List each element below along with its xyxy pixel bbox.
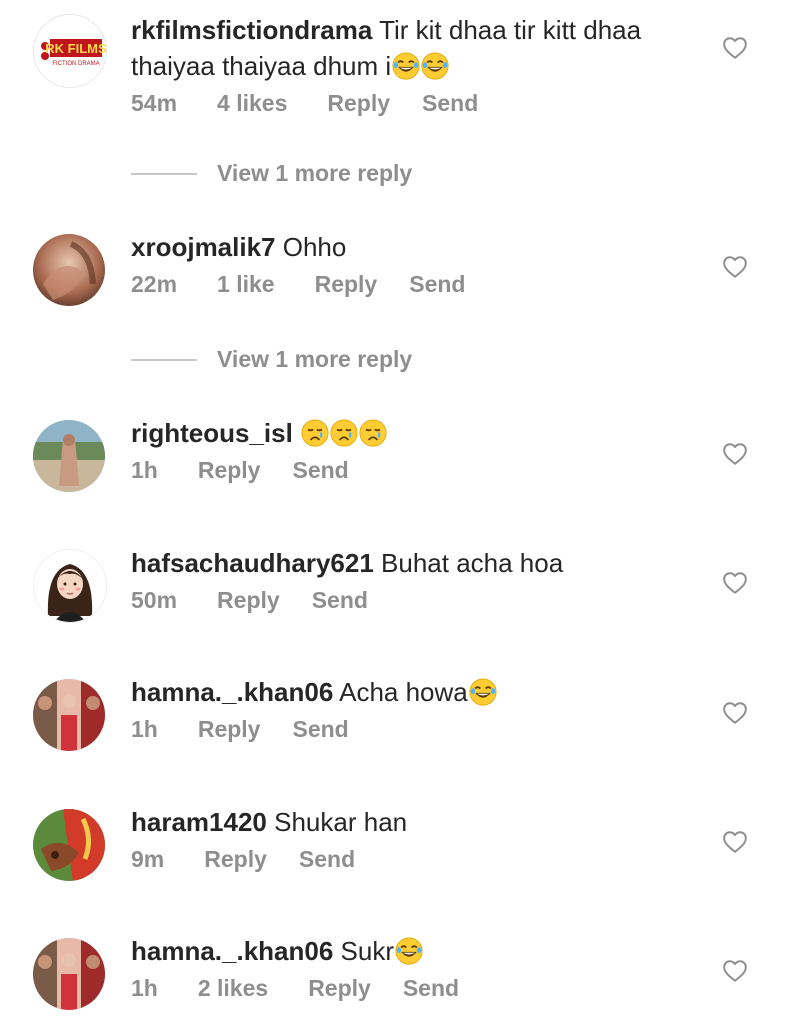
send-button[interactable]: Send: [292, 455, 348, 485]
comment-text: hamna._.khan06 Acha howa: [131, 674, 701, 710]
timestamp: 9m: [131, 846, 165, 872]
username[interactable]: righteous_isl: [131, 418, 293, 448]
comment-meta: 9m Reply Send: [131, 844, 701, 874]
crying-emoji-icon: [330, 419, 358, 447]
heart-icon[interactable]: [722, 35, 748, 61]
send-button[interactable]: Send: [403, 973, 459, 1003]
comment-body: Sukr: [340, 936, 395, 966]
svg-text:FICTION DRAMA: FICTION DRAMA: [52, 61, 99, 67]
laughing-emoji-icon: [395, 937, 423, 965]
profile-illustration-icon: [34, 550, 106, 622]
crying-emoji-icon: [359, 419, 387, 447]
laughing-emoji-icon: [421, 52, 449, 80]
send-button[interactable]: Send: [299, 844, 355, 874]
send-button[interactable]: Send: [292, 714, 348, 744]
comment-text: hafsachaudhary621 Buhat acha hoa: [131, 545, 701, 581]
avatar[interactable]: RK FILMS FICTION DRAMA: [33, 14, 107, 88]
laughing-emoji-icon: [469, 678, 497, 706]
username[interactable]: hafsachaudhary621: [131, 548, 374, 578]
comment-text: rkfilmsfictiondrama Tir kit dhaa tir kit…: [131, 12, 701, 84]
divider-line: [131, 172, 197, 175]
comment-body: Acha howa: [339, 677, 468, 707]
heart-icon[interactable]: [722, 441, 748, 467]
avatar[interactable]: [33, 234, 105, 306]
timestamp: 50m: [131, 587, 178, 613]
timestamp: 54m: [131, 90, 178, 116]
comment-meta: 1h Reply Send: [131, 714, 701, 744]
divider-line: [131, 358, 197, 361]
profile-photo-icon: [33, 234, 105, 306]
heart-icon[interactable]: [722, 829, 748, 855]
comment-text: haram1420 Shukar han: [131, 804, 701, 840]
avatar[interactable]: [33, 679, 105, 751]
profile-photo-icon: [33, 420, 105, 492]
reply-button[interactable]: Reply: [217, 585, 280, 615]
reply-button[interactable]: Reply: [308, 973, 371, 1003]
comment-meta: 1h Reply Send: [131, 455, 701, 485]
crying-emoji-icon: [301, 419, 329, 447]
username[interactable]: rkfilmsfictiondrama: [131, 15, 372, 45]
svg-text:RK FILMS: RK FILMS: [45, 41, 106, 56]
heart-icon[interactable]: [722, 570, 748, 596]
comment-body: Shukar han: [274, 807, 408, 837]
reply-button[interactable]: Reply: [198, 455, 261, 485]
view-more-replies[interactable]: View 1 more reply: [131, 346, 412, 373]
comment-text: righteous_isl: [131, 415, 701, 451]
comment-meta: 22m 1 like Reply Send: [131, 269, 701, 299]
comment-meta: 50m Reply Send: [131, 585, 701, 615]
timestamp: 1h: [131, 975, 158, 1001]
comment-meta: 1h 2 likes Reply Send: [131, 973, 701, 1003]
avatar[interactable]: [33, 420, 105, 492]
view-more-replies-label[interactable]: View 1 more reply: [217, 346, 412, 373]
heart-icon[interactable]: [722, 700, 748, 726]
comment-text: xroojmalik7 Ohho: [131, 229, 701, 265]
send-button[interactable]: Send: [409, 269, 465, 299]
timestamp: 22m: [131, 271, 178, 297]
username[interactable]: haram1420: [131, 807, 267, 837]
comment-meta: 54m 4 likes Reply Send: [131, 88, 701, 118]
reply-button[interactable]: Reply: [315, 269, 378, 299]
avatar[interactable]: [33, 938, 105, 1010]
reply-button[interactable]: Reply: [198, 714, 261, 744]
laughing-emoji-icon: [392, 52, 420, 80]
profile-photo-icon: [33, 938, 105, 1010]
username[interactable]: hamna._.khan06: [131, 677, 333, 707]
profile-photo-icon: [33, 679, 105, 751]
timestamp: 1h: [131, 457, 158, 483]
heart-icon[interactable]: [722, 254, 748, 280]
likes-count[interactable]: 4 likes: [217, 88, 287, 118]
heart-icon[interactable]: [722, 958, 748, 984]
view-more-replies[interactable]: View 1 more reply: [131, 160, 412, 187]
avatar[interactable]: [33, 549, 107, 623]
avatar[interactable]: [33, 809, 105, 881]
reply-button[interactable]: Reply: [327, 88, 390, 118]
username[interactable]: xroojmalik7: [131, 232, 276, 262]
timestamp: 1h: [131, 716, 158, 742]
likes-count[interactable]: 2 likes: [198, 973, 268, 1003]
rk-films-logo-icon: RK FILMS FICTION DRAMA: [34, 15, 106, 87]
comment-body: Ohho: [282, 232, 347, 262]
profile-photo-icon: [33, 809, 105, 881]
send-button[interactable]: Send: [422, 88, 478, 118]
send-button[interactable]: Send: [312, 585, 368, 615]
likes-count[interactable]: 1 like: [217, 269, 275, 299]
view-more-replies-label[interactable]: View 1 more reply: [217, 160, 412, 187]
comment-body: Buhat acha hoa: [381, 548, 564, 578]
username[interactable]: hamna._.khan06: [131, 936, 333, 966]
comment-text: hamna._.khan06 Sukr: [131, 933, 701, 969]
reply-button[interactable]: Reply: [204, 844, 267, 874]
